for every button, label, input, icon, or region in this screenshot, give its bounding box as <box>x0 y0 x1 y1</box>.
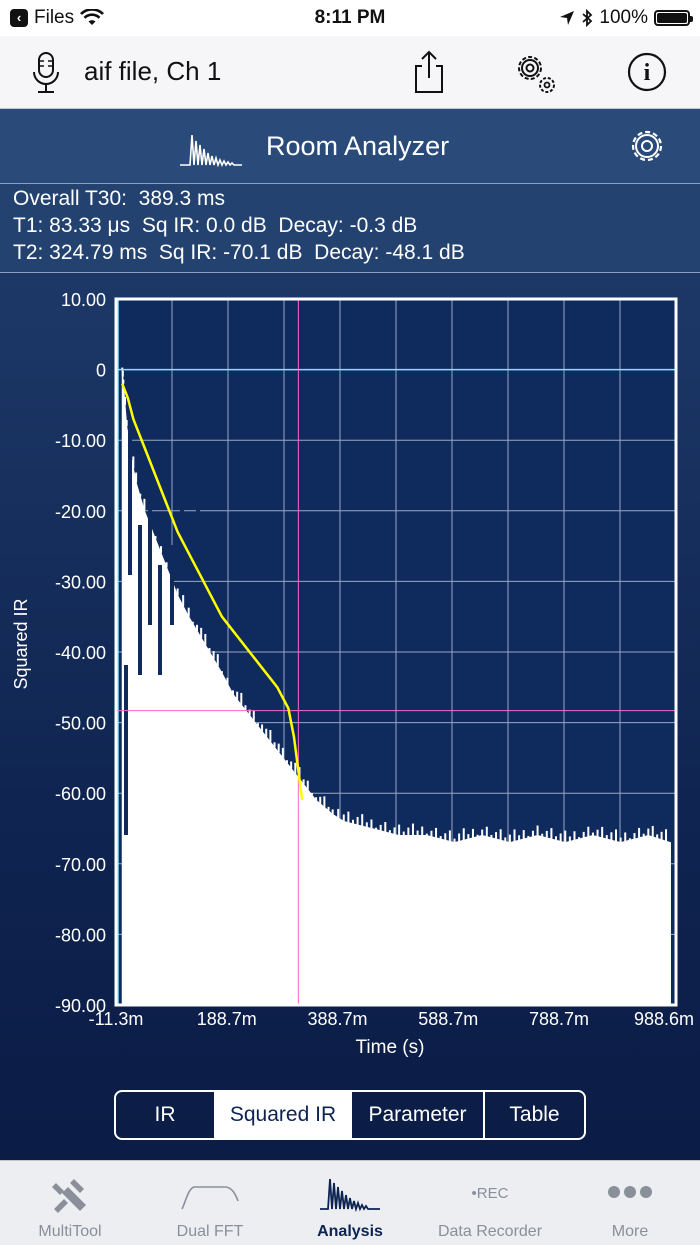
tab-label: MultiTool <box>38 1223 102 1240</box>
y-tick-label: -60.00 <box>55 784 106 804</box>
view-segmented-control: IR Squared IR Parameter Table <box>114 1090 586 1140</box>
ir-gap-mark <box>158 565 162 675</box>
x-axis-label: Time (s) <box>356 1037 425 1058</box>
x-tick-label: 988.6m <box>634 1009 694 1029</box>
y-tick-label: -30.00 <box>55 572 106 592</box>
tab-multitool[interactable]: MultiTool <box>0 1161 140 1245</box>
rec-icon: •REC <box>471 1185 509 1202</box>
tab-label: More <box>611 1223 649 1240</box>
chart-area[interactable]: 10.00 0 -10.00 -20.00 -30.00 -40.00 -50.00 -60.… <box>0 273 700 1160</box>
y-tick-label: 10.00 <box>61 290 106 310</box>
segment-table[interactable]: Table <box>485 1092 584 1138</box>
tab-bar: MultiTool Dual FFT Analysis •REC Data Re… <box>0 1160 700 1245</box>
y-tick-label: -50.00 <box>55 714 106 734</box>
ir-gap-mark <box>124 665 128 835</box>
more-icon <box>608 1186 652 1198</box>
microphone-icon[interactable] <box>22 48 70 96</box>
tab-label: Analysis <box>317 1223 383 1240</box>
share-icon[interactable] <box>405 48 453 96</box>
waveform-icon <box>180 134 242 168</box>
tab-analysis[interactable]: Analysis <box>280 1161 420 1245</box>
y-tick-label: -70.00 <box>55 855 106 875</box>
segment-ir[interactable]: IR <box>116 1092 216 1138</box>
ir-gap-mark <box>128 425 132 575</box>
x-tick-label: 188.7m <box>197 1009 257 1029</box>
battery-icon <box>654 10 693 26</box>
y-tick-label: -80.00 <box>55 925 106 945</box>
top-toolbar: aif file, Ch 1 i <box>0 36 700 109</box>
svg-text:i: i <box>644 60 651 86</box>
ir-gap-mark <box>180 495 184 555</box>
dual-fft-icon <box>181 1186 239 1210</box>
tab-label: Data Recorder <box>437 1223 543 1240</box>
bluetooth-icon <box>582 9 593 27</box>
x-tick-label: 388.7m <box>307 1009 367 1029</box>
y-tick-label: -20.00 <box>55 502 106 522</box>
ir-gap-mark <box>196 485 200 515</box>
y-tick-label: -40.00 <box>55 643 106 663</box>
settings-gears-icon[interactable] <box>510 48 558 96</box>
overall-t30: Overall T30: 389.3 ms <box>13 187 226 210</box>
y-tick-label: -10.00 <box>55 431 106 451</box>
panel-header: Room Analyzer <box>0 109 700 184</box>
tab-label: Dual FFT <box>176 1223 244 1240</box>
battery-percent: 100% <box>599 7 648 28</box>
x-tick-label: 588.7m <box>418 1009 478 1029</box>
ir-gap-mark <box>138 525 142 675</box>
source-title[interactable]: aif file, Ch 1 <box>84 56 221 87</box>
location-icon <box>560 11 575 25</box>
x-tick-label: -11.3m <box>89 1009 144 1029</box>
segment-squared-ir[interactable]: Squared IR <box>216 1092 352 1138</box>
y-tick-label: 0 <box>96 361 106 381</box>
info-icon[interactable]: i <box>623 48 671 96</box>
ir-gap-mark <box>148 485 152 625</box>
tab-dual-fft[interactable]: Dual FFT <box>140 1161 280 1245</box>
y-axis-label: Squared IR <box>11 598 31 689</box>
multitool-icon <box>52 1179 86 1213</box>
panel-title: Room Analyzer <box>266 131 450 161</box>
gear-icon[interactable] <box>627 126 667 166</box>
ir-gap-mark <box>170 545 174 625</box>
t2-readout: T2: 324.79 ms Sq IR: -70.1 dB Decay: -48… <box>13 241 465 264</box>
status-bar: ‹ Files 8:11 PM 100% <box>0 0 700 36</box>
x-tick-label: 788.7m <box>529 1009 589 1029</box>
segment-parameter[interactable]: Parameter <box>352 1092 485 1138</box>
tab-more[interactable]: More <box>560 1161 700 1245</box>
analysis-readouts: Overall T30: 389.3 ms T1: 83.33 μs Sq IR… <box>0 184 700 273</box>
t1-readout: T1: 83.33 μs Sq IR: 0.0 dB Decay: -0.3 d… <box>13 214 418 237</box>
squared-ir-chart[interactable]: 10.00 0 -10.00 -20.00 -30.00 -40.00 -50.00 -60.… <box>0 273 700 1083</box>
tab-data-recorder[interactable]: •REC Data Recorder <box>420 1161 560 1245</box>
analysis-icon <box>320 1178 380 1213</box>
